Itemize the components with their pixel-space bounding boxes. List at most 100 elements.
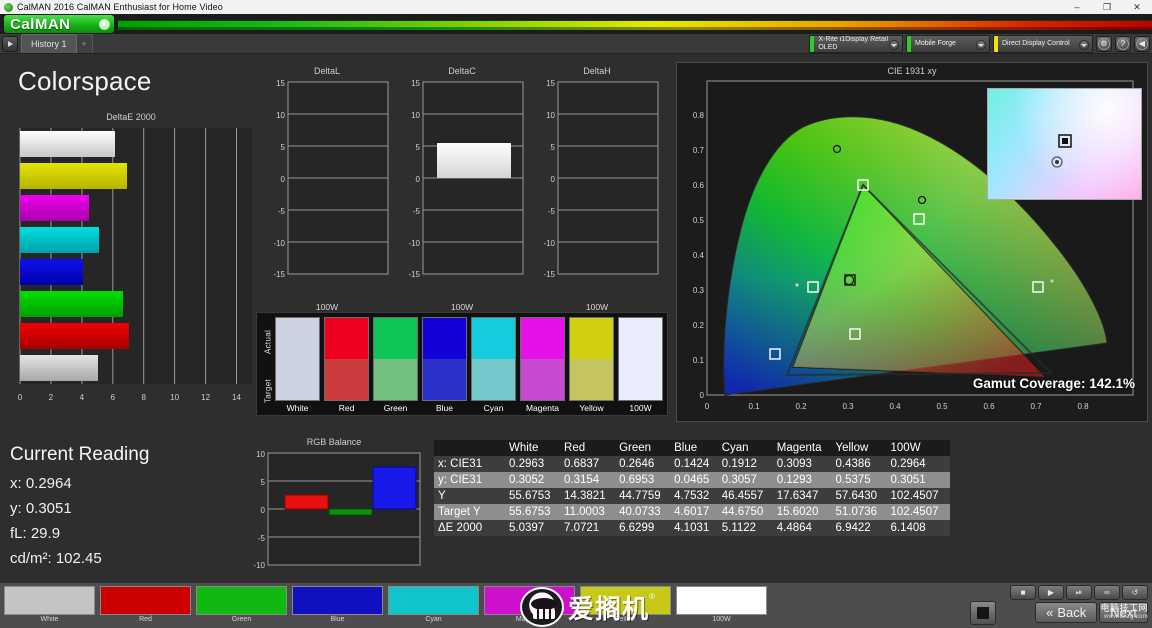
cell: 0.6837 (564, 458, 600, 470)
svg-text:-5: -5 (413, 207, 421, 216)
delta-h-title: DeltaH (583, 66, 611, 76)
next-button[interactable]: Next (1099, 602, 1148, 623)
meter-selector[interactable]: X-Rite i1Display Retail OLED (809, 35, 903, 53)
bottom-swatch-yellow[interactable]: Yellow (580, 586, 671, 625)
display-control-selector[interactable]: Direct Display Control (993, 35, 1093, 53)
bottom-swatch-blue[interactable]: Blue (292, 586, 383, 625)
cell: 6.1408 (890, 522, 926, 534)
settings-button[interactable]: ⚙ (1096, 36, 1112, 52)
cell: 7.0721 (564, 522, 600, 534)
cell: 15.6020 (776, 506, 819, 518)
svg-text:10: 10 (546, 111, 555, 120)
refresh-button[interactable]: ↺ (1122, 585, 1148, 600)
play-button[interactable]: ▶ (1038, 585, 1064, 600)
calman-logo-text: CalMAN (10, 15, 71, 33)
cell: 0.2963 (509, 458, 545, 470)
chevron-down-icon[interactable] (976, 40, 986, 50)
table-header-red: Red (561, 440, 617, 456)
svg-text:-15: -15 (543, 270, 555, 279)
cell: 55.6753 (509, 490, 551, 502)
swatch-name: Red (338, 403, 355, 413)
swatch-column-blue[interactable]: Blue (422, 317, 467, 415)
svg-text:0.3: 0.3 (842, 402, 854, 411)
table-header-magenta: Magenta (773, 440, 833, 456)
stop-button[interactable]: ■ (1010, 585, 1036, 600)
calman-logo[interactable]: CalMAN (4, 15, 114, 33)
bottom-swatch-cyan[interactable]: Cyan (388, 586, 479, 625)
stop-square-icon[interactable] (970, 601, 996, 625)
table-header-cyan: Cyan (718, 440, 774, 456)
svg-text:0.6: 0.6 (693, 181, 705, 190)
bottom-swatch-label: Green (231, 616, 252, 623)
add-history-tab-button[interactable]: + (76, 34, 93, 53)
svg-text:8: 8 (141, 393, 146, 402)
swatch-column-magenta[interactable]: Magenta (520, 317, 565, 415)
pause-step-button[interactable]: ⏯ (1066, 585, 1092, 600)
loop-button[interactable]: ∞ (1094, 585, 1120, 600)
cie-1931-panel: CIE 1931 xy 0 0.1 0.2 0.3 0.4 0.5 0.6 0.… (676, 62, 1148, 422)
close-icon[interactable]: ✕ (1122, 0, 1152, 14)
bottom-swatch-magenta[interactable]: Magenta (484, 586, 575, 625)
svg-text:0.4: 0.4 (889, 402, 901, 411)
bottom-swatch-white[interactable]: White (4, 586, 95, 625)
table-header-green: Green (616, 440, 672, 456)
delta-c-xlabel: 100W (450, 302, 474, 312)
minimize-icon[interactable]: – (1062, 0, 1092, 14)
bottom-swatch-label: Cyan (425, 616, 442, 623)
info-button[interactable]: ◀ (1134, 36, 1150, 52)
svg-text:0.5: 0.5 (693, 216, 705, 225)
bottom-swatch-green[interactable]: Green (196, 586, 287, 625)
delta-h-plot: 15 10 5 0 -5 -10 -15 (543, 79, 659, 279)
delta-c-title: DeltaC (448, 66, 476, 76)
delta-c-plot: 15 10 5 0 -5 -10 -15 (408, 79, 524, 279)
row-label: Target Y (438, 506, 481, 518)
cell: 0.0465 (674, 474, 710, 486)
bottom-swatch-100w[interactable]: 100W (676, 586, 767, 625)
cell: 5.1122 (721, 522, 757, 534)
cell: 4.6017 (674, 506, 710, 518)
table-header-100w: 100W (887, 440, 950, 456)
swatch-column-green[interactable]: Green (373, 317, 418, 415)
cell: 46.4557 (721, 490, 764, 502)
help-button[interactable]: ? (1115, 36, 1131, 52)
bottom-swatch-label: Yellow (615, 616, 636, 623)
chevron-down-icon[interactable] (1079, 40, 1089, 50)
current-reading-heading: Current Reading (10, 444, 150, 465)
swatch-column-100w[interactable]: 100W (618, 317, 663, 415)
svg-text:0: 0 (705, 402, 710, 411)
swatch-column-red[interactable]: Red (324, 317, 369, 415)
cell: 0.3052 (509, 474, 545, 486)
table-row: ΔE 2000 5.0397 7.0721 6.6299 4.1031 5.11… (434, 520, 950, 536)
svg-text:-15: -15 (408, 270, 420, 279)
play-icon[interactable] (2, 35, 18, 52)
bottom-swatch-label: Magenta (515, 616, 544, 623)
svg-text:5: 5 (551, 143, 556, 152)
brand-gradient-bar (118, 20, 1152, 27)
svg-text:0: 0 (281, 175, 286, 184)
chevron-down-icon[interactable] (889, 40, 899, 50)
svg-text:5: 5 (261, 478, 266, 487)
svg-text:15: 15 (276, 79, 285, 88)
svg-text:0: 0 (416, 175, 421, 184)
source-selector[interactable]: Mobile Forge (906, 35, 990, 53)
calman-app-icon (4, 2, 13, 12)
back-button[interactable]: « Back (1035, 602, 1098, 623)
maximize-icon[interactable]: ❐ (1092, 0, 1122, 14)
cell: 4.4864 (776, 522, 812, 534)
swatch-columns: White Red Green Blue Cyan Magenta Yellow… (275, 317, 663, 415)
svg-text:0.2: 0.2 (693, 321, 705, 330)
svg-text:15: 15 (546, 79, 555, 88)
delta-e-2000-chart: DeltaE 2000 0 2 4 6 8 10 12 14 (6, 112, 256, 412)
svg-text:0.8: 0.8 (1077, 402, 1089, 411)
svg-text:0.6: 0.6 (983, 402, 995, 411)
swatch-column-white[interactable]: White (275, 317, 320, 415)
swatch-column-cyan[interactable]: Cyan (471, 317, 516, 415)
swatch-column-yellow[interactable]: Yellow (569, 317, 614, 415)
tab-history-1[interactable]: History 1 (21, 34, 77, 53)
rgb-balance-chart: RGB Balance 10 5 0 -5 -10 100W (240, 437, 428, 590)
bottom-swatch-label: 100W (712, 616, 731, 623)
delta-l-title: DeltaL (313, 66, 340, 76)
bottom-swatch-red[interactable]: Red (100, 586, 191, 625)
table-header-white: White (506, 440, 562, 456)
table-row: y: CIE31 0.3052 0.3154 0.6953 0.0465 0.3… (434, 472, 950, 488)
